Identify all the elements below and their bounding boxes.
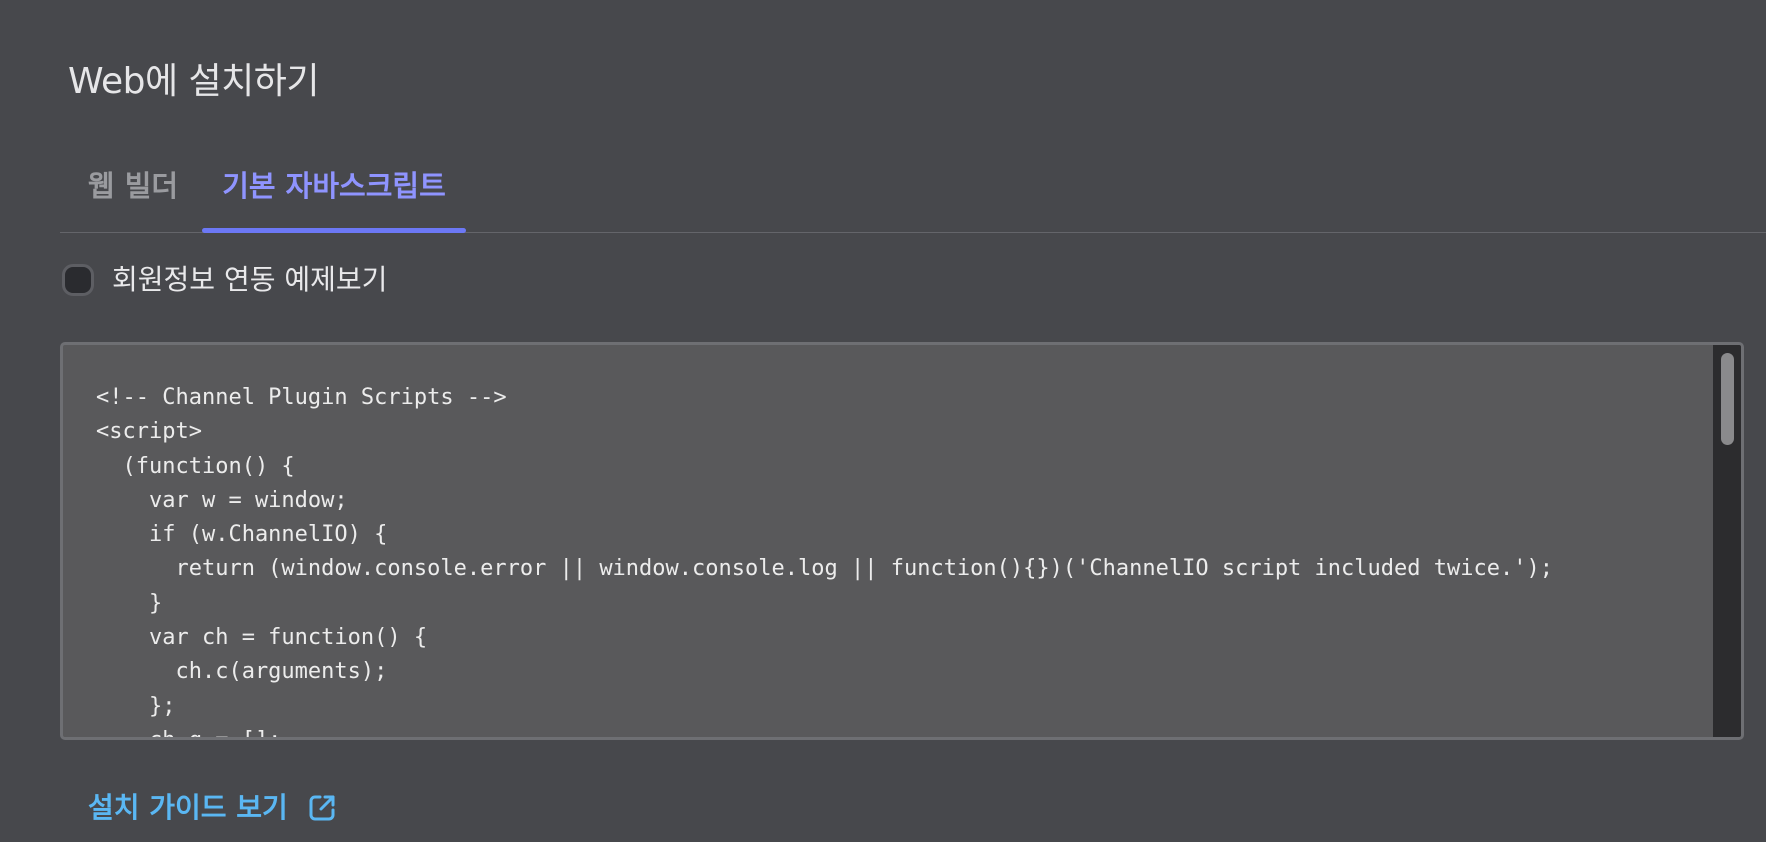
install-guide-label: 설치 가이드 보기 [88, 791, 288, 824]
install-guide-link[interactable]: 설치 가이드 보기 [88, 788, 338, 828]
member-info-example-toggle[interactable]: 회원정보 연동 예제보기 [62, 260, 387, 300]
tab-basic-javascript-label: 기본 자바스크립트 [222, 169, 446, 203]
tab-basic-javascript[interactable]: 기본 자바스크립트 [202, 160, 466, 233]
install-panel: Web에 설치하기 웹 빌더 기본 자바스크립트 회원정보 연동 예제보기 <!… [0, 0, 1766, 842]
external-link-icon [306, 792, 338, 824]
tab-web-builder[interactable]: 웹 빌더 [68, 160, 198, 232]
tab-bar: 웹 빌더 기본 자바스크립트 [60, 160, 1766, 233]
code-scrollbar[interactable] [1713, 345, 1741, 737]
active-tab-indicator [202, 228, 466, 233]
code-snippet[interactable]: <!-- Channel Plugin Scripts --> <script>… [96, 381, 1553, 737]
member-info-example-checkbox[interactable] [62, 264, 94, 296]
code-snippet-box[interactable]: <!-- Channel Plugin Scripts --> <script>… [60, 342, 1744, 740]
member-info-example-label: 회원정보 연동 예제보기 [112, 263, 388, 296]
code-scrollbar-thumb[interactable] [1721, 353, 1734, 445]
page-title: Web에 설치하기 [68, 61, 320, 102]
